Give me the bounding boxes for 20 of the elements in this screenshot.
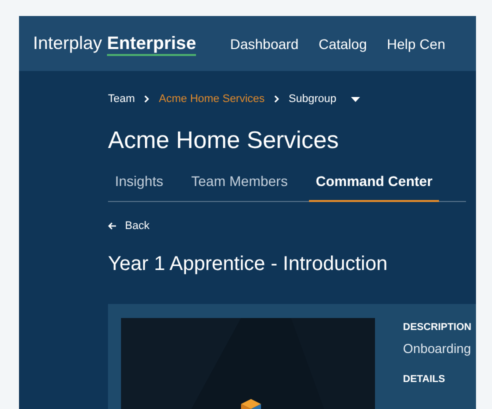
tab[interactable]: Insights [108,167,170,202]
breadcrumb-link[interactable]: Subgroup [288,93,336,105]
section-heading: Year 1 Apprentice - Introduction [108,253,388,276]
section-label: DESCRIPTION [403,322,472,333]
breadcrumb-link[interactable]: Team [108,93,135,105]
logo[interactable]: Interplay Enterprise [33,33,196,54]
chevron-icon [274,95,280,103]
tab[interactable]: Team Members [184,167,295,202]
tab[interactable]: Command Center [308,167,440,202]
nav-link[interactable]: Help Cen [386,36,446,52]
section-value: Onboarding [403,341,472,356]
chevron-icon [144,95,150,103]
arrow-left-icon [108,222,117,230]
nav-link[interactable]: Dashboard [230,36,299,52]
nav-link[interactable]: Catalog [318,36,367,52]
back-link[interactable]: Back [108,220,150,232]
breadcrumb-link[interactable]: Acme Home Services [158,93,265,105]
dropdown-caret-icon[interactable] [351,96,360,102]
section-label: DETAILS [403,374,446,385]
page-title: Acme Home Services [108,127,340,155]
